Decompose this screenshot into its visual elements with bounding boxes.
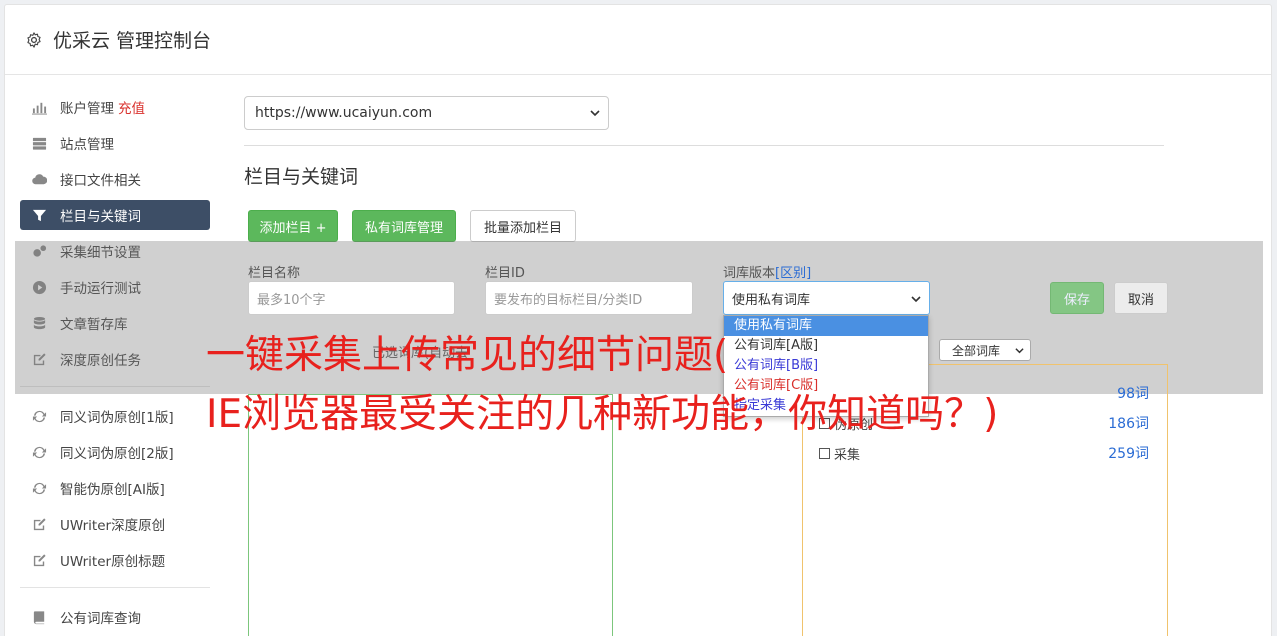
edit-icon	[31, 552, 48, 569]
filter-icon	[31, 207, 48, 224]
column-name-input[interactable]: 最多10个字	[248, 281, 455, 315]
sidebar-item-public-lib[interactable]: 公有词库查询	[20, 602, 210, 632]
lib-filter-select[interactable]: 全部词库	[939, 339, 1031, 361]
chevron-down-icon	[1015, 348, 1024, 354]
page-header: 优采云 管理控制台	[5, 5, 1271, 75]
sidebar-item-label: 账户管理	[60, 101, 114, 117]
section-title: 栏目与关键词	[244, 166, 359, 188]
dropdown-option[interactable]: 使用私有词库	[724, 316, 928, 336]
sidebar-item-uwriter-deep[interactable]: UWriter深度原创	[20, 509, 210, 539]
cancel-button[interactable]: 取消	[1114, 282, 1168, 314]
version-diff-link[interactable]: [区别]	[775, 266, 811, 281]
dropdown-option[interactable]: 公有词库[A版]	[724, 336, 928, 356]
sidebar-item-uwriter-title[interactable]: UWriter原创标题	[20, 545, 210, 575]
sidebar-item-sites[interactable]: 站点管理	[20, 128, 210, 158]
sidebar-item-interface[interactable]: 接口文件相关	[20, 164, 210, 194]
refresh-icon	[31, 408, 48, 425]
column-id-input[interactable]: 要发布的目标栏目/分类ID	[485, 281, 693, 315]
lib-count: 259词	[1108, 446, 1149, 462]
sidebar-item-account[interactable]: 账户管理 充值	[20, 92, 210, 122]
gear-icon	[27, 31, 41, 48]
sidebar-item-label: 智能伪原创[AI版]	[60, 482, 165, 498]
server-icon	[31, 135, 48, 152]
private-lib-button[interactable]: 私有词库管理	[352, 210, 456, 242]
sidebar-item-label: UWriter原创标题	[60, 554, 166, 570]
sidebar-item-synonym-v2[interactable]: 同义词伪原创[2版]	[20, 437, 210, 467]
headline-line-1: 一键采集上传常见的细节问题(	[206, 333, 729, 378]
sidebar-item-label: 公有词库查询	[60, 611, 141, 627]
chevron-down-icon	[590, 110, 600, 117]
id-label: 栏目ID	[485, 266, 525, 281]
page-title: 优采云 管理控制台	[53, 30, 212, 52]
book-icon	[31, 609, 48, 626]
edit-icon	[31, 516, 48, 533]
bar-chart-icon	[31, 99, 48, 116]
divider	[244, 145, 1164, 146]
sidebar-item-label: 栏目与关键词	[60, 209, 141, 225]
sidebar-item-label: 同义词伪原创[1版]	[60, 410, 174, 426]
version-label: 词库版本[区别]	[723, 262, 811, 281]
sidebar-item-label: 接口文件相关	[60, 173, 141, 189]
save-button[interactable]: 保存	[1050, 282, 1104, 314]
dropdown-option[interactable]: 公有词库[B版]	[724, 356, 928, 376]
version-select[interactable]: 使用私有词库	[723, 281, 930, 315]
site-select-value: https://www.ucaiyun.com	[255, 105, 433, 121]
sidebar-item-label: 同义词伪原创[2版]	[60, 446, 174, 462]
cloud-upload-icon	[31, 171, 48, 188]
lib-filter-value: 全部词库	[952, 343, 1001, 358]
lib-name: 采集	[834, 447, 861, 463]
lib-count: 186词	[1108, 416, 1149, 432]
sidebar-item-synonym-v1[interactable]: 同义词伪原创[1版]	[20, 401, 210, 431]
list-item[interactable]: 采集 259词	[819, 443, 1149, 463]
batch-add-button[interactable]: 批量添加栏目	[470, 210, 576, 242]
lib-count: 98词	[1117, 386, 1149, 402]
refresh-icon	[31, 480, 48, 497]
refresh-icon	[31, 444, 48, 461]
chevron-down-icon	[911, 296, 921, 303]
version-select-value: 使用私有词库	[732, 292, 811, 308]
recharge-link[interactable]: 充值	[118, 97, 145, 117]
sidebar-item-ai-original[interactable]: 智能伪原创[AI版]	[20, 473, 210, 503]
sidebar-item-label: UWriter深度原创	[60, 518, 166, 534]
add-column-button[interactable]: 添加栏目 +	[248, 210, 338, 242]
name-label: 栏目名称	[248, 266, 301, 281]
sidebar-divider	[20, 587, 210, 588]
headline-line-2: IE浏览器最受关注的几种新功能，你知道吗？)	[206, 392, 999, 437]
sidebar-item-label: 站点管理	[60, 137, 114, 153]
sidebar-item-columns-keywords[interactable]: 栏目与关键词	[20, 200, 210, 230]
version-label-text: 词库版本	[723, 266, 776, 281]
lib-checkbox[interactable]	[819, 447, 830, 459]
site-select[interactable]: https://www.ucaiyun.com	[244, 96, 609, 130]
